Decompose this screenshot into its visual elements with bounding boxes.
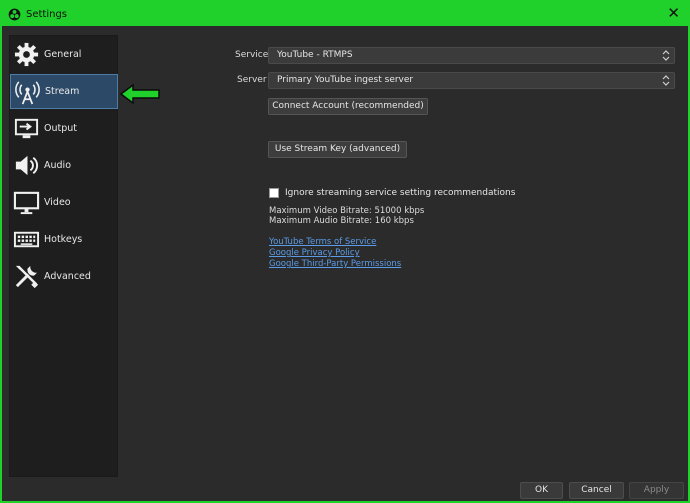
output-icon <box>14 118 39 139</box>
chevron-updown-icon <box>662 75 670 86</box>
chevron-updown-icon <box>662 50 670 61</box>
max-audio-bitrate: Maximum Audio Bitrate: 160 kbps <box>269 216 414 226</box>
ok-button[interactable]: OK <box>520 482 563 499</box>
sidebar-item-video[interactable]: Video <box>10 185 118 220</box>
speaker-icon <box>15 155 38 176</box>
sidebar-item-label: Advanced <box>44 271 91 282</box>
sidebar-item-label: Audio <box>44 160 72 171</box>
service-label: Service <box>235 50 269 60</box>
obs-logo-icon <box>8 8 21 20</box>
server-select[interactable]: Primary YouTube ingest server <box>268 72 675 89</box>
cancel-button[interactable]: Cancel <box>569 482 624 499</box>
ignore-recommendations-checkbox[interactable] <box>269 188 279 198</box>
sidebar-item-label: Stream <box>45 86 80 97</box>
sidebar-item-output[interactable]: Output <box>10 111 118 146</box>
sidebar-item-label: Video <box>44 197 71 208</box>
apply-button[interactable]: Apply <box>629 482 684 499</box>
gear-icon <box>14 42 39 67</box>
server-label: Server <box>237 75 267 85</box>
monitor-icon <box>13 191 40 215</box>
google-third-party-link[interactable]: Google Third-Party Permissions <box>269 259 401 269</box>
service-select[interactable]: YouTube - RTMPS <box>268 47 675 64</box>
service-value: YouTube - RTMPS <box>277 50 353 60</box>
tools-icon <box>15 265 39 289</box>
settings-sidebar: General Stream Output Audio Video Hotkey… <box>9 35 118 477</box>
server-value: Primary YouTube ingest server <box>277 75 414 85</box>
max-video-bitrate: Maximum Video Bitrate: 51000 kbps <box>269 206 425 216</box>
title-bar: Settings ✕ <box>2 2 688 26</box>
settings-window: Settings ✕ General Stream Output Audio V… <box>0 0 690 503</box>
sidebar-item-label: General <box>44 49 82 60</box>
window-title: Settings <box>26 8 68 20</box>
ignore-recommendations-label: Ignore streaming service setting recomme… <box>285 188 516 198</box>
youtube-terms-link[interactable]: YouTube Terms of Service <box>269 237 376 247</box>
google-privacy-link[interactable]: Google Privacy Policy <box>269 248 360 258</box>
sidebar-item-hotkeys[interactable]: Hotkeys <box>10 222 118 257</box>
sidebar-item-label: Output <box>44 123 77 134</box>
connect-account-button[interactable]: Connect Account (recommended) <box>268 98 428 115</box>
use-stream-key-button[interactable]: Use Stream Key (advanced) <box>268 141 407 158</box>
annotation-arrow-icon <box>119 83 160 105</box>
antenna-icon <box>15 81 40 105</box>
ignore-recommendations-row[interactable]: Ignore streaming service setting recomme… <box>269 188 515 198</box>
keyboard-icon <box>13 231 40 248</box>
sidebar-item-general[interactable]: General <box>10 37 118 72</box>
sidebar-item-audio[interactable]: Audio <box>10 148 118 183</box>
sidebar-item-advanced[interactable]: Advanced <box>10 259 118 294</box>
close-button[interactable]: ✕ <box>667 5 680 21</box>
sidebar-item-stream[interactable]: Stream <box>10 74 118 109</box>
sidebar-item-label: Hotkeys <box>44 234 83 245</box>
